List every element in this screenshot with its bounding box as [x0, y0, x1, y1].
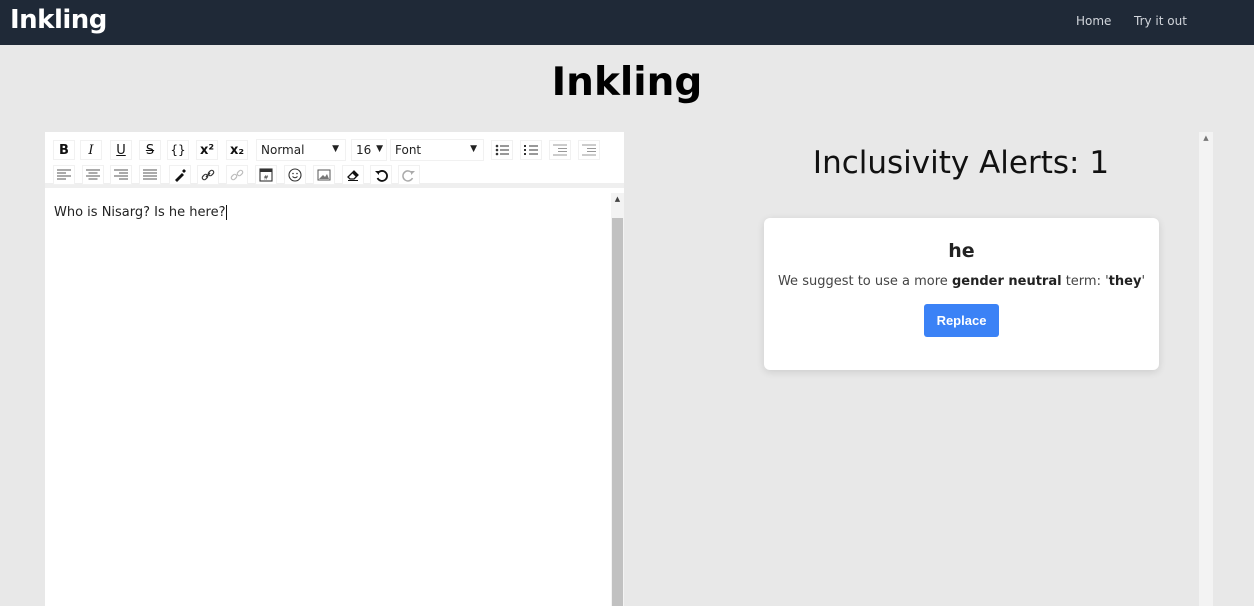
brand-logo[interactable]: Inkling: [10, 5, 107, 35]
code-button[interactable]: {}: [167, 140, 189, 160]
block-type-select[interactable]: Normal ▼: [256, 139, 346, 161]
image-button[interactable]: [313, 165, 335, 185]
align-justify-icon: [143, 169, 157, 180]
eraser-icon: [347, 170, 359, 181]
align-right-icon: [114, 169, 128, 180]
redo-button[interactable]: [398, 165, 420, 185]
alerts-title: Inclusivity Alerts: 1: [812, 145, 1110, 181]
indent-icon: [553, 144, 567, 156]
editor-text-area[interactable]: Who is Nisarg? Is he here?: [45, 193, 611, 606]
ordered-list-button[interactable]: [520, 140, 542, 160]
clear-format-button[interactable]: [342, 165, 364, 185]
editor-scrollbar-thumb[interactable]: [612, 218, 623, 606]
eyedropper-icon: [175, 169, 186, 182]
font-size-select[interactable]: 16 ▼: [351, 139, 387, 161]
subscript-button[interactable]: x₂: [226, 140, 248, 160]
alert-card: he We suggest to use a more gender neutr…: [764, 218, 1159, 370]
align-left-icon: [57, 169, 71, 180]
unlink-icon: [230, 169, 244, 181]
flagged-word: he: [948, 240, 975, 262]
embed-icon: #: [259, 168, 273, 182]
chevron-down-icon: ▼: [470, 144, 477, 154]
suggested-term: they: [1108, 274, 1142, 289]
scroll-up-arrow-icon[interactable]: ▲: [1199, 134, 1213, 142]
emoji-button[interactable]: [284, 165, 306, 185]
rich-text-editor: B I U S {} x² x₂ Normal ▼ 16 ▼ Font ▼ # …: [45, 132, 624, 606]
bold-button[interactable]: B: [53, 140, 75, 160]
editor-scrollbar[interactable]: ▲: [611, 193, 624, 606]
editor-toolbar: B I U S {} x² x₂ Normal ▼ 16 ▼ Font ▼ #: [45, 132, 624, 188]
ordered-list-icon: [524, 145, 538, 155]
block-type-value: Normal: [261, 143, 305, 157]
nav-link-home[interactable]: Home: [1076, 14, 1111, 28]
smiley-icon: [288, 168, 302, 182]
alerts-scrollbar[interactable]: ▲: [1199, 132, 1213, 606]
alert-message: We suggest to use a more gender neutral …: [777, 274, 1146, 289]
editor-content: Who is Nisarg? Is he here?: [54, 205, 226, 220]
embed-button[interactable]: #: [255, 165, 277, 185]
strikethrough-button[interactable]: S: [139, 140, 161, 160]
chevron-down-icon: ▼: [332, 144, 339, 154]
link-button[interactable]: [197, 165, 219, 185]
undo-button[interactable]: [370, 165, 392, 185]
align-left-button[interactable]: [53, 165, 75, 185]
superscript-button[interactable]: x²: [196, 140, 218, 160]
align-right-button[interactable]: [110, 165, 132, 185]
page-title: Inkling: [551, 60, 703, 105]
svg-text:#: #: [263, 175, 268, 182]
align-center-button[interactable]: [82, 165, 104, 185]
redo-icon: [402, 170, 415, 182]
scroll-up-arrow-icon[interactable]: ▲: [611, 195, 624, 203]
alert-emphasis: gender neutral: [951, 274, 1062, 289]
chevron-down-icon: ▼: [376, 144, 383, 154]
unordered-list-icon: [495, 144, 509, 156]
align-justify-button[interactable]: [139, 165, 161, 185]
nav-link-try-it-out[interactable]: Try it out: [1134, 14, 1187, 28]
undo-icon: [375, 170, 388, 182]
link-icon: [201, 169, 215, 181]
indent-button[interactable]: [549, 140, 571, 160]
unordered-list-button[interactable]: [491, 140, 513, 160]
text-cursor: [226, 205, 228, 220]
unlink-button[interactable]: [226, 165, 248, 185]
font-size-value: 16: [356, 143, 372, 157]
align-center-icon: [86, 169, 100, 180]
underline-button[interactable]: U: [110, 140, 132, 160]
top-navbar: Inkling Home Try it out: [0, 0, 1254, 45]
replace-button[interactable]: Replace: [924, 304, 999, 337]
outdent-button[interactable]: [578, 140, 600, 160]
font-family-value: Font: [395, 143, 422, 157]
image-icon: [317, 169, 331, 181]
color-picker-button[interactable]: [169, 165, 191, 185]
italic-button[interactable]: I: [80, 140, 102, 160]
outdent-icon: [582, 144, 596, 156]
font-family-select[interactable]: Font ▼: [390, 139, 484, 161]
